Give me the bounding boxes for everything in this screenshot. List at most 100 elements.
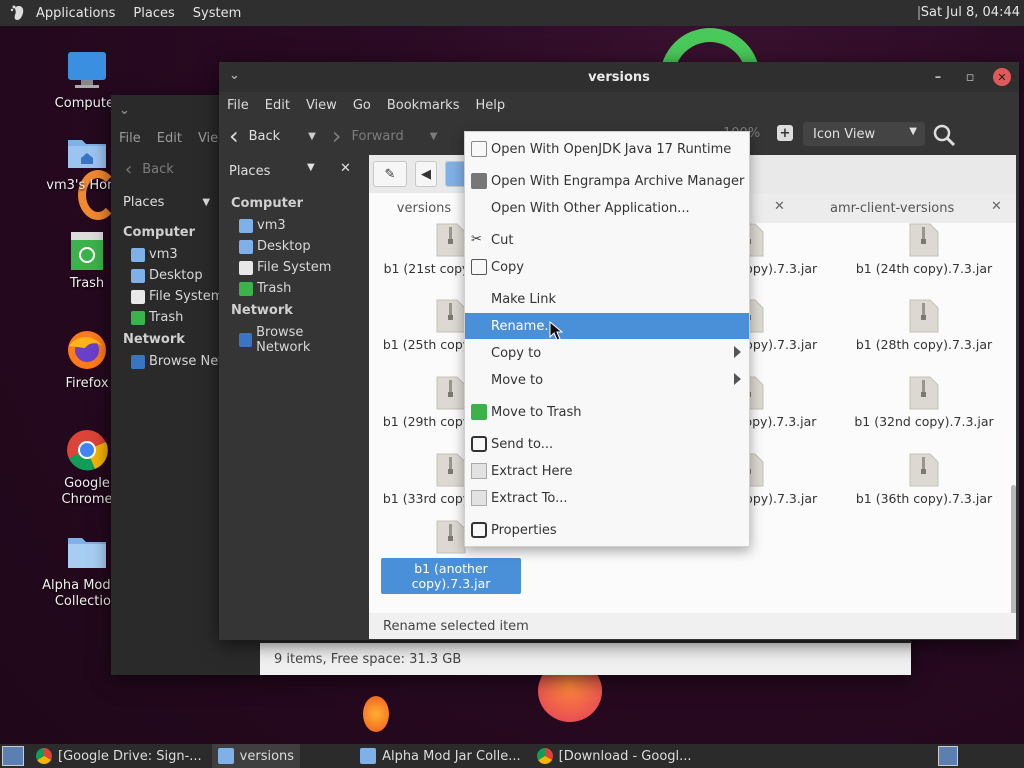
menu-item-label: Properties [491,522,557,538]
jar-file-icon [908,376,940,410]
trash-icon [65,228,109,272]
close-icon[interactable]: ✕ [993,68,1011,86]
menu-go[interactable]: Go [353,98,371,113]
task-download[interactable]: [Download - Googl... [531,744,698,768]
menu-file[interactable]: File [119,131,141,146]
close-tab-icon[interactable]: ✕ [991,199,1002,214]
window-menu-chevron-icon[interactable]: ⌄ [229,68,240,83]
tab-label: amr-client-versions [830,200,955,216]
folder-icon [239,239,253,254]
chevron-down-icon[interactable]: ▼ [307,162,315,173]
menu-item-cut[interactable]: ✂ Cut [465,227,749,253]
menu-item-make-link[interactable]: Make Link [465,286,749,312]
sidebar-item-label: File System [257,260,332,275]
forward-button[interactable]: › Forward [332,124,404,148]
menu-item-extract-to[interactable]: Extract To... [465,485,749,511]
sidebar-item-label: Browse Network [256,325,311,355]
sidebar-item-file-system[interactable]: File System [219,257,367,278]
minimize-icon[interactable]: – [929,68,947,86]
sidebar-heading-network: Network [231,303,293,318]
window-titlebar[interactable]: ⌄ versions – ▫ ✕ [219,62,1019,92]
close-tab-icon[interactable]: ✕ [774,199,785,214]
trash-icon [131,310,145,325]
menu-edit[interactable]: Edit [265,98,290,113]
forward-history-chevron-icon[interactable]: ▼ [430,131,438,142]
applications-menu[interactable]: Applications [36,6,115,21]
menu-item-extract-here[interactable]: Extract Here [465,458,749,484]
zoom-in-icon[interactable]: + [777,125,793,141]
gnome-foot-icon[interactable] [8,2,30,24]
file-item[interactable]: b1 (28th copy).7.3.jar [854,299,994,352]
back-button[interactable]: ‹ Back [229,124,280,148]
task-google-drive[interactable]: [Google Drive: Sign-... [30,744,208,768]
menu-bookmarks[interactable]: Bookmarks [387,98,460,113]
menu-item-open-with-engrampa[interactable]: Open With Engrampa Archive Manager [465,168,749,194]
tab-amr-client-versions[interactable]: amr-client-versions [830,193,954,223]
sidebar-item-trash[interactable]: Trash [219,278,367,299]
tab-versions[interactable]: versions [369,193,479,223]
task-label: versions [239,748,295,764]
close-sidebar-icon[interactable]: ✕ [340,161,351,176]
task-versions[interactable]: versions [211,744,301,768]
sidebar-item-label: Desktop [149,268,203,283]
file-label: b1 (another copy).7.3.jar [381,558,521,594]
menu-item-label: Extract Here [491,463,573,479]
menu-item-properties[interactable]: Properties [465,517,749,543]
show-desktop-icon[interactable] [2,746,24,766]
file-item[interactable]: b1 (32nd copy).7.3.jar [854,376,994,429]
jar-file-icon [908,453,940,487]
places-label: Places [229,163,271,179]
workspace-switcher[interactable] [938,746,958,766]
jar-file-icon [435,299,467,333]
maximize-icon[interactable]: ▫ [961,68,979,86]
menubar: File Edit View Go Bookmarks Help [219,92,1019,118]
menu-item-copy[interactable]: Copy [465,254,749,280]
file-item[interactable]: b1 (24th copy).7.3.jar [854,223,994,276]
system-menu[interactable]: System [193,6,241,21]
sidebar-item-vm3[interactable]: vm3 [219,215,367,236]
window-menu-chevron-icon[interactable]: ⌄ [119,103,130,118]
menu-item-move-to[interactable]: Move to [465,367,749,393]
tab-label: versions [396,200,452,216]
edit-location-icon[interactable]: ✎ [373,161,407,187]
task-alpha-mod[interactable]: Alpha Mod Jar Colle... [354,744,527,768]
menu-item-label: Copy [491,259,524,275]
file-item[interactable]: b1 (36th copy).7.3.jar [854,453,994,506]
places-menu[interactable]: Places [133,6,174,21]
sidebar-item-browse-network[interactable]: Browse Network [219,322,367,358]
menu-item-label: Move to [491,372,544,388]
file-label: b1 (28th copy).7.3.jar [855,337,993,352]
menu-edit[interactable]: Edit [157,131,182,146]
drive-icon [131,289,145,304]
chevron-down-icon[interactable]: ▼ [202,197,210,208]
menu-view[interactable]: View [306,98,337,113]
back-history-chevron-icon[interactable]: ▼ [308,131,316,142]
menu-item-label: Move to Trash [491,404,582,420]
view-mode-value: Icon View [813,126,876,142]
menu-item-open-with-java[interactable]: Open With OpenJDK Java 17 Runtime [465,136,749,162]
menu-item-move-to-trash[interactable]: Move to Trash [465,399,749,425]
places-header[interactable]: Places ▼ ✕ [219,157,367,185]
menu-item-label: Cut [491,232,514,248]
menu-file[interactable]: File [227,98,249,113]
sidebar-item-desktop[interactable]: Desktop [219,236,367,257]
menu-item-copy-to[interactable]: Copy to [465,340,749,366]
search-icon[interactable] [931,122,957,152]
back-button-label[interactable]: Back [142,162,174,177]
file-label: b1 (36th copy).7.3.jar [855,491,993,506]
view-mode-select[interactable]: Icon View ▼ [803,122,925,146]
sidebar-item-label: Trash [257,281,292,296]
path-left-chevron-icon[interactable]: ◀ [415,161,437,187]
send-icon [471,436,487,452]
menu-item-open-with-other[interactable]: Open With Other Application... [465,195,749,221]
menu-item-send-to[interactable]: Send to... [465,431,749,457]
menu-item-rename[interactable]: Rename... [465,313,749,341]
taskbar: [Google Drive: Sign-... versions Alpha M… [0,744,1024,768]
menu-item-label: Extract To... [491,490,568,506]
back-arrow-icon[interactable]: ‹ [125,159,132,180]
chrome-icon [65,428,109,472]
menu-item-label: Send to... [491,436,554,452]
menu-help[interactable]: Help [475,98,505,113]
clock[interactable]: Sat Jul 8, 04:44 [921,5,1020,20]
sidebar-item-label: Trash [149,310,184,325]
